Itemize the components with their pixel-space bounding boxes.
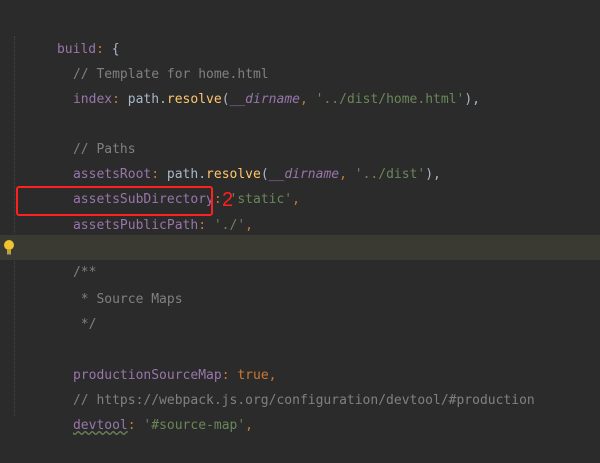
code-line-15[interactable]: // https://webpack.js.org/configuration/… — [0, 363, 600, 408]
property-key: index — [72, 92, 113, 107]
comment: */ — [72, 317, 97, 332]
lightbulb-icon[interactable] — [3, 239, 15, 255]
code-line-12[interactable]: */ — [0, 287, 600, 332]
code-line-1[interactable]: build: { — [0, 12, 600, 57]
string-literal: '../dist/home.html' — [315, 92, 465, 107]
string-literal: './' — [213, 218, 246, 233]
code-line-6[interactable]: assetsRoot: path.resolve(__dirname, '../… — [0, 137, 600, 182]
property-key: devtool — [72, 418, 128, 433]
code-line-14[interactable]: productionSourceMap: true, — [0, 338, 600, 383]
annotation-marker: 2 — [222, 189, 234, 211]
code-editor[interactable]: build: { // Template for home.html index… — [0, 0, 600, 433]
code-line-3[interactable]: index: path.resolve(__dirname, '../dist/… — [0, 62, 600, 107]
code-line-11[interactable]: * Source Maps — [0, 262, 600, 307]
highlight-box — [16, 186, 213, 216]
code-line-16[interactable]: devtool: '#source-map', — [0, 388, 600, 433]
code-line-5[interactable]: // Paths — [0, 112, 600, 157]
code-line-7[interactable]: assetsSubDirectory: 'static', — [0, 162, 600, 207]
string-literal: '#source-map' — [143, 418, 246, 433]
code-line-10[interactable]: /** — [0, 235, 600, 280]
code-line-2[interactable]: // Template for home.html — [0, 37, 600, 82]
property-key: assetsPublicPath — [72, 218, 199, 233]
function-name: resolve — [166, 92, 222, 107]
